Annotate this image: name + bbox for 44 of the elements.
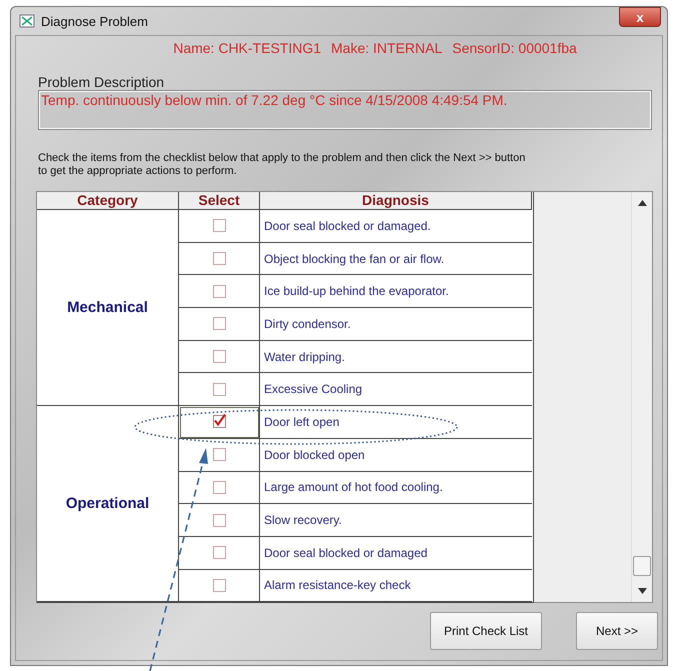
diagnosis-cell: Door seal blocked or damaged. [260, 210, 532, 243]
checkbox[interactable] [212, 578, 226, 592]
diagnosis-cell: Object blocking the fan or air flow. [260, 242, 532, 276]
diagnosis-cell: Door blocked open [260, 438, 532, 472]
checkbox[interactable] [212, 284, 226, 298]
checkbox[interactable] [212, 415, 226, 428]
sensor-info: Name: CHK-TESTING1 [173, 40, 322, 56]
window-title: Diagnose Problem [41, 14, 149, 28]
checkbox[interactable] [212, 546, 226, 560]
diagnosis-cell: Ice build-up behind the evaporator. [260, 275, 532, 308]
checkbox[interactable] [212, 350, 226, 364]
column-header: Diagnosis [260, 192, 532, 210]
diagnosis-cell: Water dripping. [260, 340, 532, 374]
app-icon [19, 13, 35, 29]
print-button[interactable]: Print Check List [430, 612, 542, 650]
diagnosis-cell: Large amount of hot food cooling. [260, 472, 532, 504]
checkbox[interactable] [212, 382, 226, 396]
scroll-down-icon[interactable] [638, 588, 646, 594]
diagnosis-cell: Door left open [260, 406, 532, 439]
diagnosis-cell: Door seal blocked or damaged [260, 536, 532, 570]
diagnosis-cell: Slow recovery. [260, 504, 532, 537]
category-cell: Mechanical [37, 210, 179, 406]
checkbox[interactable] [212, 219, 226, 232]
close-button[interactable]: x [619, 7, 661, 27]
column-header: Category [37, 192, 179, 210]
checkbox[interactable] [212, 252, 226, 266]
checkbox[interactable] [212, 514, 226, 527]
sensor-info: SensorID: 00001fba [452, 40, 577, 56]
category-cell: Operational [37, 406, 179, 602]
sensor-info: Make: INTERNAL [331, 40, 442, 56]
checkbox[interactable] [212, 480, 226, 494]
checkmark-icon [214, 413, 226, 426]
scrollbar[interactable] [631, 192, 652, 602]
next-button[interactable]: Next >> [576, 612, 658, 650]
checkbox[interactable] [212, 448, 226, 462]
instructions-text: Check the items from the checklist below that apply to the problem and then click the Next >> button to get the appropriate actions to perform. [38, 152, 526, 178]
scroll-up-icon[interactable] [638, 200, 646, 206]
scroll-thumb[interactable] [633, 556, 651, 576]
diagnosis-cell: Excessive Cooling [260, 373, 532, 406]
column-header: Select [179, 192, 260, 210]
diagnosis-cell: Alarm resistance-key check [260, 570, 532, 602]
checkbox[interactable] [212, 317, 226, 330]
diagnosis-cell: Dirty condensor. [260, 308, 532, 341]
field-label: Problem Description [38, 74, 166, 90]
